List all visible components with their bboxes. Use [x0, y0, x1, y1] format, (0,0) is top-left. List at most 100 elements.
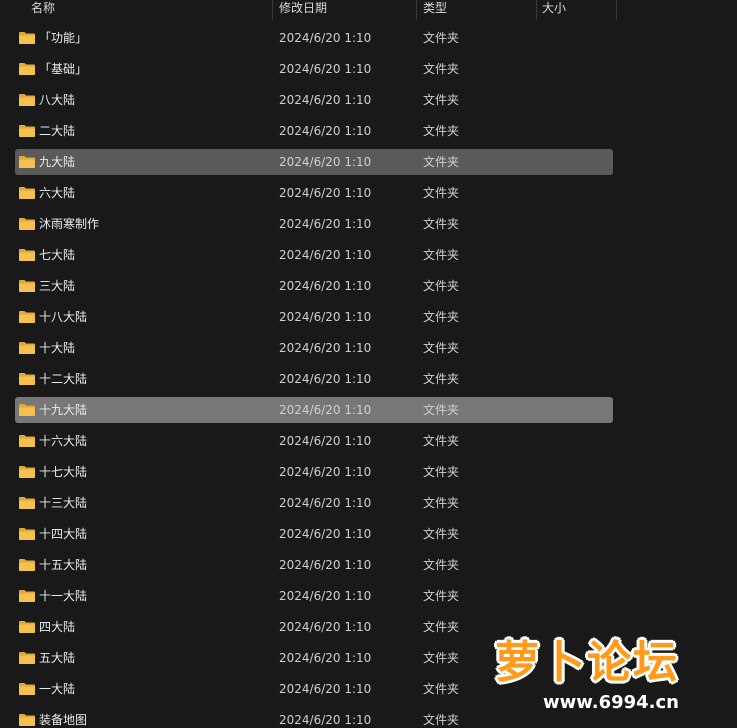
file-modified: 2024/6/20 1:10: [279, 155, 372, 169]
file-type: 文件夹: [423, 279, 460, 293]
file-name: 六大陆: [39, 186, 76, 200]
folder-icon: [19, 528, 35, 540]
folder-icon: [19, 218, 35, 230]
folder-icon: [19, 683, 35, 695]
file-type: 文件夹: [423, 651, 460, 665]
file-row[interactable]: 十三大陆 2024/6/20 1:10 文件夹: [15, 490, 613, 516]
file-name: 五大陆: [39, 651, 76, 665]
file-row[interactable]: 十八大陆 2024/6/20 1:10 文件夹: [15, 304, 613, 330]
file-type: 文件夹: [423, 558, 460, 572]
column-header: 名称 修改日期 类型 大小: [0, 0, 737, 20]
file-name: 三大陆: [39, 279, 76, 293]
file-type: 文件夹: [423, 93, 460, 107]
file-type: 文件夹: [423, 434, 460, 448]
file-name: 九大陆: [39, 155, 76, 169]
column-size[interactable]: 大小: [537, 0, 616, 20]
folder-icon: [19, 373, 35, 385]
column-name[interactable]: 名称: [0, 0, 272, 20]
file-row[interactable]: 「基础」 2024/6/20 1:10 文件夹: [15, 56, 613, 82]
file-type: 文件夹: [423, 682, 460, 696]
file-type: 文件夹: [423, 310, 460, 324]
file-type: 文件夹: [423, 713, 460, 727]
folder-icon: [19, 590, 35, 602]
file-type: 文件夹: [423, 496, 460, 510]
file-type: 文件夹: [423, 341, 460, 355]
folder-icon: [19, 435, 35, 447]
folder-icon: [19, 280, 35, 292]
file-name: 「功能」: [39, 31, 88, 45]
file-modified: 2024/6/20 1:10: [279, 248, 372, 262]
file-row[interactable]: 十一大陆 2024/6/20 1:10 文件夹: [15, 583, 613, 609]
file-modified: 2024/6/20 1:10: [279, 124, 372, 138]
file-type: 文件夹: [423, 62, 460, 76]
column-name-label: 名称: [31, 1, 56, 15]
column-divider[interactable]: [616, 0, 617, 20]
column-modified[interactable]: 修改日期: [273, 0, 416, 20]
folder-icon: [19, 559, 35, 571]
file-row[interactable]: 八大陆 2024/6/20 1:10 文件夹: [15, 87, 613, 113]
file-modified: 2024/6/20 1:10: [279, 310, 372, 324]
file-type: 文件夹: [423, 403, 460, 417]
file-row[interactable]: 十九大陆 2024/6/20 1:10 文件夹: [15, 397, 613, 423]
column-type[interactable]: 类型: [417, 0, 536, 20]
file-modified: 2024/6/20 1:10: [279, 372, 372, 386]
file-name: 十八大陆: [39, 310, 88, 324]
column-type-label: 类型: [423, 1, 448, 15]
file-type: 文件夹: [423, 248, 460, 262]
file-row[interactable]: 十七大陆 2024/6/20 1:10 文件夹: [15, 459, 613, 485]
folder-icon: [19, 466, 35, 478]
file-name: 十六大陆: [39, 434, 88, 448]
file-type: 文件夹: [423, 186, 460, 200]
file-modified: 2024/6/20 1:10: [279, 217, 372, 231]
file-row[interactable]: 十大陆 2024/6/20 1:10 文件夹: [15, 335, 613, 361]
file-modified: 2024/6/20 1:10: [279, 403, 372, 417]
file-name: 十九大陆: [39, 403, 88, 417]
folder-icon: [19, 652, 35, 664]
file-type: 文件夹: [423, 124, 460, 138]
file-modified: 2024/6/20 1:10: [279, 279, 372, 293]
watermark-url: www.6994.cn: [543, 692, 679, 713]
file-name: 十七大陆: [39, 465, 88, 479]
file-row[interactable]: 十五大陆 2024/6/20 1:10 文件夹: [15, 552, 613, 578]
file-row[interactable]: 六大陆 2024/6/20 1:10 文件夹: [15, 180, 613, 206]
file-type: 文件夹: [423, 620, 460, 634]
file-name: 十五大陆: [39, 558, 88, 572]
column-size-label: 大小: [542, 1, 567, 15]
file-row[interactable]: 沐雨寒制作 2024/6/20 1:10 文件夹: [15, 211, 613, 237]
file-modified: 2024/6/20 1:10: [279, 31, 372, 45]
folder-icon: [19, 94, 35, 106]
file-row[interactable]: 十二大陆 2024/6/20 1:10 文件夹: [15, 366, 613, 392]
file-type: 文件夹: [423, 155, 460, 169]
file-name: 八大陆: [39, 93, 76, 107]
file-row[interactable]: 二大陆 2024/6/20 1:10 文件夹: [15, 118, 613, 144]
file-name: 「基础」: [39, 62, 88, 76]
file-explorer: 名称 修改日期 类型 大小 「功能」 2024/6/20 1:10 文件夹 「基础」 2…: [0, 0, 737, 728]
folder-icon: [19, 187, 35, 199]
file-row[interactable]: 十六大陆 2024/6/20 1:10 文件夹: [15, 428, 613, 454]
file-type: 文件夹: [423, 589, 460, 603]
file-name: 二大陆: [39, 124, 76, 138]
file-row[interactable]: 三大陆 2024/6/20 1:10 文件夹: [15, 273, 613, 299]
column-modified-label: 修改日期: [279, 1, 328, 15]
file-modified: 2024/6/20 1:10: [279, 713, 372, 727]
file-name: 七大陆: [39, 248, 76, 262]
file-modified: 2024/6/20 1:10: [279, 620, 372, 634]
file-row[interactable]: 九大陆 2024/6/20 1:10 文件夹: [15, 149, 613, 175]
folder-icon: [19, 621, 35, 633]
file-type: 文件夹: [423, 372, 460, 386]
file-name: 十四大陆: [39, 527, 88, 541]
folder-icon: [19, 404, 35, 416]
file-row[interactable]: 十四大陆 2024/6/20 1:10 文件夹: [15, 521, 613, 547]
file-row[interactable]: 七大陆 2024/6/20 1:10 文件夹: [15, 242, 613, 268]
folder-icon: [19, 156, 35, 168]
file-modified: 2024/6/20 1:10: [279, 496, 372, 510]
file-modified: 2024/6/20 1:10: [279, 341, 372, 355]
file-type: 文件夹: [423, 31, 460, 45]
file-modified: 2024/6/20 1:10: [279, 651, 372, 665]
file-modified: 2024/6/20 1:10: [279, 558, 372, 572]
file-name: 十一大陆: [39, 589, 88, 603]
file-modified: 2024/6/20 1:10: [279, 465, 372, 479]
file-row[interactable]: 「功能」 2024/6/20 1:10 文件夹: [15, 25, 613, 51]
folder-icon: [19, 125, 35, 137]
file-modified: 2024/6/20 1:10: [279, 527, 372, 541]
